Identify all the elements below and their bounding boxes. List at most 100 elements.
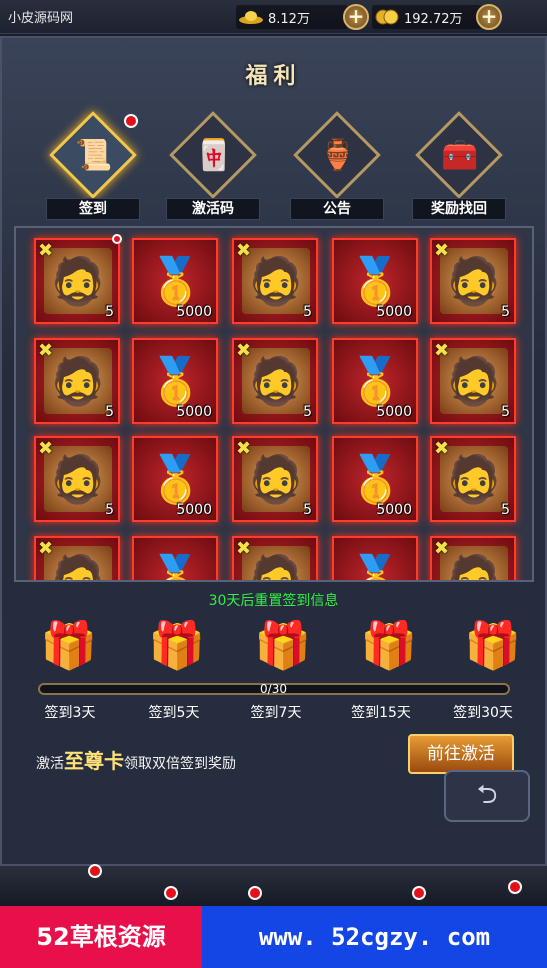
reward-quantity: 5	[501, 502, 510, 518]
chest-30-days[interactable]: 🎁	[460, 614, 526, 676]
reward-quantity: 5000	[376, 304, 412, 320]
reward-cell-hero[interactable]: 🧔✖5	[232, 338, 318, 424]
chest-7-days[interactable]: 🎁	[250, 614, 316, 676]
treasure-chest-icon: 🎁	[360, 618, 418, 672]
promo-highlight: 至尊卡	[64, 749, 124, 773]
reward-cell-gold[interactable]: 🥇5000	[132, 338, 218, 424]
reward-cell-gold[interactable]: 🥇5000	[332, 436, 418, 522]
hero-portrait-icon: 🧔	[242, 248, 310, 314]
chest-label: 签到5天	[148, 705, 200, 721]
watermark-banner: 52草根资源 www. 52cgzy. com	[0, 906, 547, 968]
hero-portrait-icon: 🧔	[242, 546, 310, 580]
tab-label: 公告	[290, 198, 384, 220]
chest-label: 签到7天	[250, 705, 302, 721]
hero-class-icon: ✖	[38, 438, 54, 459]
reward-quantity: 5	[303, 404, 312, 420]
reward-cell-gold[interactable]: 🥇5000	[332, 338, 418, 424]
coin-resource: 192.72万	[374, 5, 463, 29]
hero-portrait-icon: 🧔	[242, 446, 310, 512]
hero-class-icon: ✖	[434, 438, 450, 459]
reset-notice: 30天后重置签到信息	[208, 593, 339, 609]
reward-quantity: 5	[501, 304, 510, 320]
notification-dot	[88, 864, 102, 878]
hero-class-icon: ✖	[236, 240, 252, 261]
notification-dot	[112, 234, 122, 244]
go-activate-button[interactable]: 前往激活	[408, 734, 514, 774]
jade-tile-icon: 🀄	[195, 138, 233, 173]
tab-label: 签到	[46, 198, 140, 220]
hero-portrait-icon: 🧔	[440, 248, 508, 314]
reward-cell-hero[interactable]: 🧔✖ 5	[430, 238, 516, 324]
reward-cell-hero[interactable]: 🧔✖5	[232, 436, 318, 522]
reward-quantity: 5000	[376, 502, 412, 518]
reward-quantity: 5000	[376, 404, 412, 420]
add-coin-button[interactable]: +	[476, 4, 502, 30]
reward-cell-hero[interactable]: 🧔✖5	[430, 338, 516, 424]
hero-portrait-icon: 🧔	[44, 546, 112, 580]
notification-dot	[248, 886, 262, 900]
banner-left-text: 52草根资源	[0, 906, 202, 968]
supreme-card-promo: 激活至尊卡领取双倍签到奖励	[36, 745, 236, 774]
gold-ingot-icon: 🥇	[147, 552, 205, 582]
reward-cell-gold[interactable]: 🥇5000	[132, 436, 218, 522]
hero-class-icon: ✖	[38, 340, 54, 361]
back-button[interactable]: ⮌	[444, 770, 530, 822]
reward-quantity: 5	[303, 502, 312, 518]
reward-cell-hero[interactable]: 🧔✖5	[232, 536, 318, 580]
reward-cell-gold[interactable]: 🥇5000	[332, 536, 418, 582]
notification-dot	[508, 880, 522, 894]
hero-class-icon: ✖	[434, 538, 450, 559]
reward-quantity: 5	[105, 404, 114, 420]
hero-class-icon: ✖	[434, 240, 450, 261]
tab-activation-code[interactable]: 🀄 激活码	[160, 111, 270, 224]
scroll-icon: 📜	[75, 138, 113, 173]
chest-label: 签到30天	[453, 705, 513, 721]
hero-class-icon: ✖	[38, 240, 54, 261]
gold-resource: 8.12万	[238, 5, 310, 29]
gold-value: 8.12万	[268, 11, 310, 27]
chest-15-days[interactable]: 🎁	[356, 614, 422, 676]
tab-announcement[interactable]: 🏺 公告	[284, 111, 394, 224]
banner-right-text: www. 52cgzy. com	[202, 906, 547, 968]
back-arrow-icon: ⮌	[476, 780, 498, 810]
hero-portrait-icon: 🧔	[440, 546, 508, 580]
reward-quantity: 5	[105, 502, 114, 518]
chest-3-days[interactable]: 🎁	[36, 614, 102, 676]
hero-portrait-icon: 🧔	[440, 446, 508, 512]
tab-reward-recovery[interactable]: 🧰 奖励找回	[406, 111, 516, 224]
gold-ingot-icon: 🥇	[347, 552, 405, 582]
reward-cell-hero[interactable]: 🧔✖5	[232, 238, 318, 324]
reward-quantity: 5000	[176, 502, 212, 518]
hero-portrait-icon: 🧔	[44, 248, 112, 314]
notification-dot	[412, 886, 426, 900]
treasure-chest-icon: 🎁	[148, 618, 206, 672]
tab-label: 奖励找回	[412, 198, 506, 220]
progress-text: 0/30	[260, 682, 287, 696]
bottom-nav-strip	[0, 864, 547, 906]
hero-class-icon: ✖	[236, 538, 252, 559]
sign-in-reward-grid[interactable]: 🧔 ✖ 5 🥇 5000 🧔 ✖ 5 🥇 5000 🧔 ✖ 5 🧔 ✖ 5 🥇 5000 🧔 ✖ 5 🥇 5000 🧔 ✖ 5 🧔 ✖…	[14, 226, 534, 582]
reward-cell-hero[interactable]: 🧔✖5	[34, 238, 120, 324]
reward-cell-gold[interactable]: 🥇5000	[132, 536, 218, 582]
reward-cell-hero[interactable]: 🧔✖5	[34, 536, 120, 580]
reward-quantity: 5000	[176, 304, 212, 320]
tab-sign-in[interactable]: 📜 签到	[40, 111, 150, 224]
reward-cell-gold[interactable]: 🥇5000	[332, 238, 418, 324]
top-resource-bar: 小皮源码网 8.12万 + 192.72万 +	[0, 0, 547, 34]
reward-quantity: 5	[501, 404, 510, 420]
reward-cell-gold[interactable]: 🥇5000	[132, 238, 218, 324]
coin-value: 192.72万	[404, 11, 463, 27]
reward-cell-hero[interactable]: 🧔✖5	[430, 536, 516, 580]
reward-cell-hero[interactable]: 🧔✖ 5	[430, 436, 516, 522]
page-title: 福利	[245, 64, 302, 89]
hero-portrait-icon: 🧔	[44, 348, 112, 414]
reward-cell-hero[interactable]: 🧔✖ 5	[34, 436, 120, 522]
gold-ingot-icon	[239, 11, 263, 24]
add-gold-button[interactable]: +	[343, 4, 369, 30]
chest-5-days[interactable]: 🎁	[144, 614, 210, 676]
hero-class-icon: ✖	[38, 538, 54, 559]
hero-portrait-icon: 🧔	[44, 446, 112, 512]
coin-icon	[375, 9, 399, 25]
reward-cell-hero[interactable]: 🧔✖ 5	[34, 338, 120, 424]
notification-dot	[164, 886, 178, 900]
